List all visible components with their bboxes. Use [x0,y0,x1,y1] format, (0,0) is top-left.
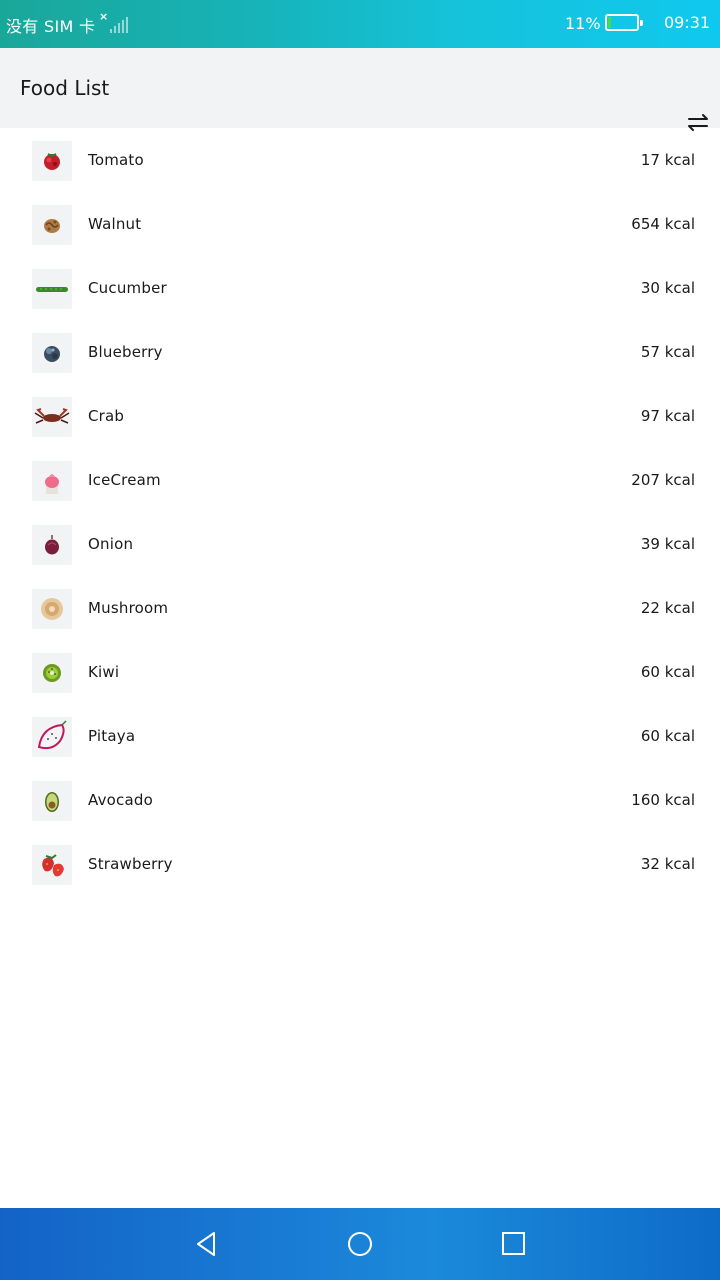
avocado-icon [32,781,72,821]
recents-button[interactable] [498,1228,530,1260]
food-calories: 654 kcal [631,215,695,233]
mushroom-icon [32,589,72,629]
battery-tip [640,20,643,26]
home-circle-icon [348,1232,372,1256]
clock: 09:31 [664,13,711,32]
food-calories: 60 kcal [640,727,695,745]
battery-percent: 11% [565,14,601,33]
tomato-icon [32,141,72,181]
no-sim-x-icon: × [99,10,109,23]
food-calories: 97 kcal [640,407,695,425]
battery-fill [608,17,611,28]
status-bar: 没有 SIM 卡 × 11% 09:31 [0,0,720,48]
food-name: Kiwi [88,663,120,681]
food-calories: 22 kcal [640,599,695,617]
food-calories: 60 kcal [640,663,695,681]
food-list-item[interactable]: Kiwi 60 kcal [0,640,720,704]
food-list-item[interactable]: Avocado 160 kcal [0,768,720,832]
strawberry-icon [32,845,72,885]
food-calories: 207 kcal [631,471,695,489]
food-calories: 17 kcal [640,151,695,169]
food-calories: 32 kcal [640,855,695,873]
food-name: Mushroom [88,599,169,617]
food-name: Pitaya [88,727,136,745]
recents-square-icon [502,1232,525,1255]
food-calories: 30 kcal [640,279,695,297]
blueberry-icon [32,333,72,373]
food-name: Blueberry [88,343,163,361]
food-name: Avocado [88,791,153,809]
food-name: Crab [88,407,125,425]
carrier-label: 没有 SIM 卡 [6,17,96,36]
home-button[interactable] [344,1228,376,1260]
food-list-item[interactable]: Onion 39 kcal [0,512,720,576]
food-list-item[interactable]: Crab 97 kcal [0,384,720,448]
back-triangle-icon [197,1232,215,1256]
food-name: Onion [88,535,134,553]
food-calories: 160 kcal [631,791,695,809]
cucumber-icon [32,269,72,309]
onion-icon [32,525,72,565]
pitaya-icon [32,717,72,757]
walnut-icon [32,205,72,245]
food-list-item[interactable]: Mushroom 22 kcal [0,576,720,640]
food-list-item[interactable]: Walnut 654 kcal [0,192,720,256]
crab-icon [32,397,72,437]
icecream-icon [32,461,72,501]
app-header: Food List [0,48,720,131]
food-list-item[interactable]: Tomato 17 kcal [0,128,720,192]
food-name: Tomato [88,151,144,169]
food-name: Walnut [88,215,142,233]
battery-icon [605,14,643,31]
food-list-item[interactable]: Cucumber 30 kcal [0,256,720,320]
food-list-item[interactable]: Blueberry 57 kcal [0,320,720,384]
food-name: Cucumber [88,279,167,297]
food-list: Tomato 17 kcal Walnut 654 kcal Cucumber 30 kc… [0,128,720,896]
navigation-bar [0,1208,720,1280]
food-list-item[interactable]: Pitaya 60 kcal [0,704,720,768]
food-calories: 39 kcal [640,535,695,553]
signal-strength-icon [108,15,128,33]
food-name: IceCream [88,471,161,489]
food-list-item[interactable]: Strawberry 32 kcal [0,832,720,896]
kiwi-icon [32,653,72,693]
back-button[interactable] [190,1228,222,1260]
food-name: Strawberry [88,855,173,873]
food-list-item[interactable]: IceCream 207 kcal [0,448,720,512]
food-calories: 57 kcal [640,343,695,361]
page-title: Food List [20,76,110,100]
